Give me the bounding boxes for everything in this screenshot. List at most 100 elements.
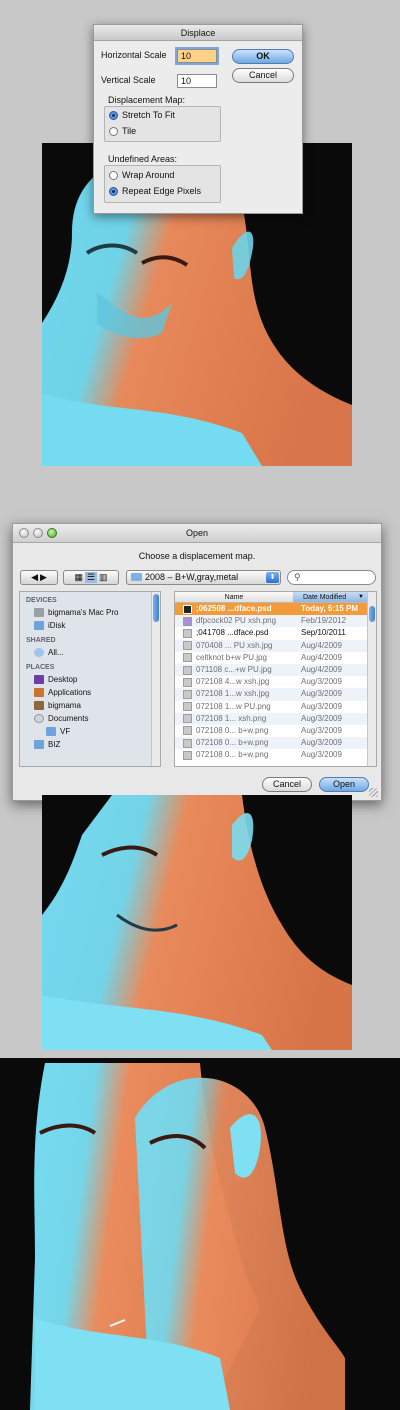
applications-icon — [34, 688, 44, 697]
computer-icon — [34, 608, 44, 617]
file-name: 072108 0... b+w.png — [196, 738, 269, 748]
file-row[interactable]: 072108 1... xsh.png Aug/3/2009 — [175, 712, 376, 725]
open-dialog-prompt: Choose a displacement map. — [138, 551, 256, 561]
repeat-edge-pixels-label: Repeat Edge Pixels — [122, 186, 202, 196]
file-date: Aug/3/2009 — [301, 677, 342, 687]
png-file-icon — [183, 616, 192, 626]
artwork-displaced-result — [0, 1058, 400, 1410]
file-list-scroll-thumb[interactable] — [369, 606, 375, 622]
file-date: Aug/3/2009 — [301, 713, 342, 723]
sidebar-scroll-thumb[interactable] — [153, 594, 159, 622]
file-row[interactable]: 072108 4...w xsh.jpg Aug/3/2009 — [175, 676, 376, 688]
file-row[interactable]: 071108 c...+w PU.jpg Aug/4/2009 — [175, 663, 376, 677]
png-file-icon — [183, 726, 192, 736]
jpg-file-icon — [183, 653, 192, 663]
list-view-icon[interactable]: ☰ — [84, 572, 98, 583]
file-name: 072108 0... b+w.png — [196, 725, 269, 735]
displace-dialog-title: Displace — [94, 25, 302, 41]
minimize-window-icon[interactable] — [33, 528, 43, 538]
tile-radio[interactable]: Tile — [109, 126, 136, 136]
close-window-icon[interactable] — [19, 528, 29, 538]
sidebar-scrollbar[interactable] — [151, 592, 160, 766]
file-date: Aug/3/2009 — [301, 701, 342, 711]
documents-icon — [34, 714, 44, 723]
sidebar-item-biz[interactable]: BIZ — [20, 738, 160, 751]
sidebar-item-all[interactable]: All... — [20, 646, 160, 659]
png-file-icon — [183, 750, 192, 760]
file-row[interactable]: 072108 0... b+w.png Aug/3/2009 — [175, 749, 376, 761]
repeat-edge-pixels-radio[interactable]: Repeat Edge Pixels — [109, 186, 201, 196]
sidebar-item-label: VF — [60, 727, 71, 736]
file-row[interactable]: 072108 0... b+w.png Aug/3/2009 — [175, 737, 376, 750]
search-field[interactable]: ⚲ — [287, 570, 376, 585]
file-row[interactable]: ;041708 ...dface.psd Sep/10/2011 — [175, 627, 376, 639]
stretch-to-fit-radio[interactable]: Stretch To Fit — [109, 110, 175, 120]
sidebar-header-shared: SHARED — [26, 637, 56, 644]
path-popup[interactable]: 2008 – B+W,gray,metal ⬍ — [126, 570, 281, 585]
file-date: Aug/3/2009 — [301, 750, 342, 760]
file-row[interactable]: celtknot b+w PU.jpg Aug/4/2009 — [175, 652, 376, 664]
column-view-icon[interactable]: ▥ — [99, 572, 108, 583]
file-list-header: Name Date Modified ▼ — [175, 592, 376, 603]
file-row[interactable]: dfpcock02 PU xsh.png Feb/19/2012 — [175, 615, 376, 628]
sidebar-item-desktop[interactable]: Desktop — [20, 673, 160, 686]
vertical-scale-label: Vertical Scale — [101, 75, 156, 85]
open-dialog-title: Open — [185, 528, 209, 538]
ok-button[interactable]: OK — [232, 49, 294, 64]
stretch-to-fit-label: Stretch To Fit — [122, 110, 175, 120]
file-name: dfpcock02 PU xsh.png — [196, 616, 277, 626]
sidebar-item-mac-pro[interactable]: bigmama's Mac Pro — [20, 606, 160, 619]
back-arrow-icon[interactable]: ◀ — [31, 572, 38, 583]
file-name: 072108 0... b+w.png — [196, 750, 269, 760]
sidebar-item-idisk[interactable]: iDisk — [20, 619, 160, 632]
sidebar-item-vf[interactable]: VF — [20, 725, 160, 738]
search-icon: ⚲ — [294, 572, 301, 582]
psd-file-icon — [183, 604, 192, 614]
open-dialog-titlebar: Open — [13, 524, 381, 543]
file-name: 072108 1...w PU.png — [196, 701, 271, 711]
cancel-button[interactable]: Cancel — [262, 777, 312, 792]
open-dialog: Open Choose a displacement map. ◀ ▶ ▦ ☰ ▥… — [12, 523, 382, 801]
displacement-map-label: Displacement Map: — [108, 95, 186, 105]
png-file-icon — [183, 738, 192, 748]
network-icon — [34, 648, 44, 657]
file-date: Aug/4/2009 — [301, 640, 342, 650]
file-date: Today, 5:15 PM — [301, 604, 359, 613]
wrap-around-radio[interactable]: Wrap Around — [109, 170, 174, 180]
horizontal-scale-label: Horizontal Scale — [101, 50, 167, 60]
file-row[interactable]: 072108 1...w xsh.jpg Aug/3/2009 — [175, 688, 376, 701]
horizontal-scale-input[interactable]: 10 — [177, 49, 217, 63]
open-button[interactable]: Open — [319, 777, 369, 792]
file-row[interactable]: ;062508 ...dface.psd Today, 5:15 PM — [175, 603, 376, 616]
column-header-name[interactable]: Name — [175, 592, 293, 602]
file-rows: ;062508 ...dface.psd Today, 5:15 PM dfpco… — [175, 603, 376, 761]
file-date: Sep/10/2011 — [301, 628, 346, 638]
sidebar-item-label: iDisk — [48, 621, 66, 630]
cancel-button[interactable]: Cancel — [232, 68, 294, 83]
file-row[interactable]: 072108 1...w PU.png Aug/3/2009 — [175, 701, 376, 713]
forward-arrow-icon[interactable]: ▶ — [40, 572, 47, 583]
sidebar: DEVICES bigmama's Mac Pro iDisk SHARED A… — [19, 591, 161, 767]
sidebar-header-devices: DEVICES — [26, 597, 57, 604]
file-row[interactable]: 072108 0... b+w.png Aug/3/2009 — [175, 725, 376, 737]
sidebar-item-bigmama[interactable]: bigmama — [20, 699, 160, 712]
file-date: Feb/19/2012 — [301, 616, 346, 626]
file-row[interactable]: 070408 ... PU xsh.jpg Aug/4/2009 — [175, 639, 376, 652]
sidebar-item-applications[interactable]: Applications — [20, 686, 160, 699]
icon-view-icon[interactable]: ▦ — [74, 572, 83, 583]
file-list-scrollbar[interactable] — [367, 592, 376, 766]
back-forward-buttons[interactable]: ◀ ▶ — [20, 570, 58, 585]
sidebar-item-documents[interactable]: Documents — [20, 712, 160, 725]
view-mode-buttons[interactable]: ▦ ☰ ▥ — [63, 570, 119, 585]
column-header-date-label: Date Modified — [303, 594, 347, 601]
folder-icon — [131, 573, 142, 581]
wrap-around-label: Wrap Around — [122, 170, 175, 180]
zoom-window-icon[interactable] — [47, 528, 57, 538]
column-header-date-modified[interactable]: Date Modified ▼ — [293, 592, 376, 602]
file-date: Aug/4/2009 — [301, 664, 342, 674]
file-date: Aug/4/2009 — [301, 652, 342, 662]
resize-grip-icon[interactable] — [369, 788, 378, 797]
vertical-scale-input[interactable]: 10 — [177, 74, 217, 88]
desktop-icon — [34, 675, 44, 684]
sidebar-item-label: Applications — [48, 688, 92, 697]
